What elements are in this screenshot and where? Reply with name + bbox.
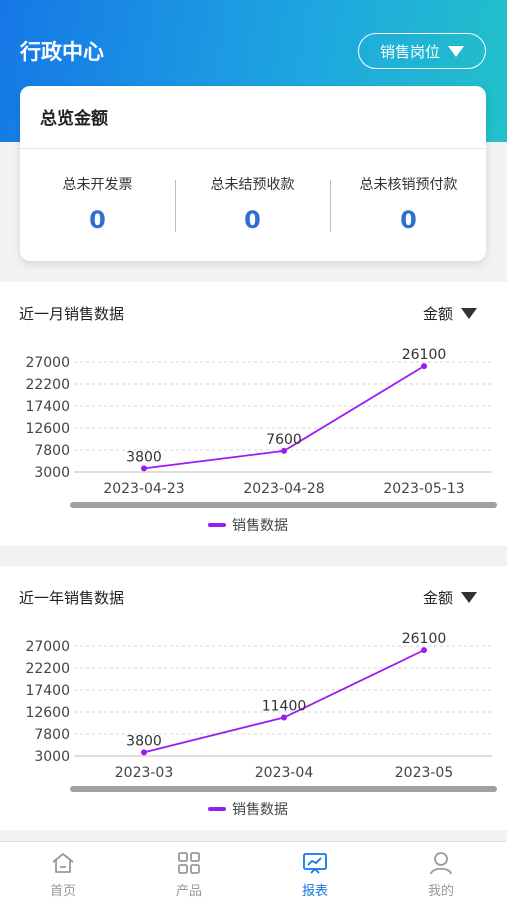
role-selector[interactable]: 销售岗位 [358, 33, 486, 69]
legend-label: 销售数据 [232, 518, 288, 534]
y-tick-label: 3000 [34, 749, 70, 765]
x-tick-label: 2023-04-28 [243, 481, 324, 497]
stat-value: 0 [400, 206, 417, 234]
stat-unwritten-prepayments[interactable]: 总未核销预付款 0 [331, 174, 486, 234]
yearly-sales-panel: 近一年销售数据 金额 3000 7800 12600 17400 22200 27000 2… [0, 566, 507, 830]
stat-value: 0 [89, 206, 106, 234]
monthly-sales-chart: 3000 7800 12600 17400 22200 27000 2023-04-23 20… [25, 347, 497, 534]
data-label: 26100 [402, 347, 447, 363]
y-tick-label: 7800 [34, 443, 70, 459]
overview-divider [20, 148, 486, 149]
stat-label: 总未核销预付款 [359, 177, 458, 193]
monthly-sales-panel: 近一月销售数据 金额 3000 7800 12600 17400 22200 27000 2… [0, 282, 507, 546]
y-tick-label: 27000 [25, 355, 70, 371]
legend-label: 销售数据 [232, 802, 288, 818]
data-point [421, 647, 427, 654]
stat-uninvoiced[interactable]: 总未开发票 0 [20, 174, 175, 234]
report-chart-icon [303, 853, 327, 874]
app-title: 行政中心 [20, 40, 104, 64]
legend-swatch [208, 807, 226, 811]
stat-value: 0 [244, 206, 261, 234]
tab-home[interactable]: 首页 [0, 842, 126, 900]
y-tick-label: 7800 [34, 727, 70, 743]
stat-label: 总未结预收款 [210, 177, 295, 193]
data-point [281, 447, 287, 454]
bottom-tab-bar: 首页 产品 报表 我的 [0, 841, 507, 900]
overview-card: 总览金额 总未开发票 0 总未结预收款 0 总未核销预付款 0 [20, 86, 486, 261]
x-tick-label: 2023-05-13 [383, 481, 464, 497]
grid-icon [178, 852, 200, 874]
y-tick-label: 12600 [25, 705, 70, 721]
role-selector-value: 销售岗位 [379, 42, 440, 61]
user-icon [430, 852, 452, 875]
caret-down-icon [448, 45, 464, 57]
data-point [421, 363, 427, 370]
data-point [141, 465, 147, 472]
data-label: 26100 [402, 631, 447, 647]
data-label: 3800 [126, 449, 162, 465]
legend-swatch [208, 523, 226, 527]
y-tick-label: 22200 [25, 377, 70, 393]
home-icon [52, 853, 74, 873]
x-tick-label: 2023-05 [395, 765, 454, 781]
overview-title: 总览金额 [40, 109, 108, 129]
tab-label: 首页 [49, 884, 76, 899]
tab-mine[interactable]: 我的 [378, 842, 504, 900]
yearly-sales-chart: 3000 7800 12600 17400 22200 27000 2023-03 2023-… [25, 631, 497, 818]
stat-label: 总未开发票 [62, 177, 133, 193]
y-tick-label: 3000 [34, 465, 70, 481]
tab-label: 产品 [175, 884, 202, 899]
tab-reports[interactable]: 报表 [252, 842, 378, 900]
y-tick-label: 27000 [25, 639, 70, 655]
data-label: 3800 [126, 733, 162, 749]
data-label: 11400 [262, 699, 307, 715]
y-tick-label: 22200 [25, 661, 70, 677]
tab-products[interactable]: 产品 [126, 842, 252, 900]
tab-label: 我的 [427, 884, 454, 899]
tab-label: 报表 [301, 884, 328, 899]
x-tick-label: 2023-04 [255, 765, 314, 781]
data-point [281, 714, 287, 721]
y-tick-label: 17400 [25, 683, 70, 699]
x-tick-label: 2023-03 [115, 765, 174, 781]
data-point [141, 749, 147, 756]
data-label: 7600 [266, 432, 302, 448]
y-tick-label: 12600 [25, 421, 70, 437]
x-tick-label: 2023-04-23 [103, 481, 184, 497]
y-tick-label: 17400 [25, 399, 70, 415]
chart-scrollbar[interactable] [70, 786, 497, 792]
chart-scrollbar[interactable] [70, 502, 497, 508]
stat-unsettled-receipts[interactable]: 总未结预收款 0 [175, 174, 330, 234]
